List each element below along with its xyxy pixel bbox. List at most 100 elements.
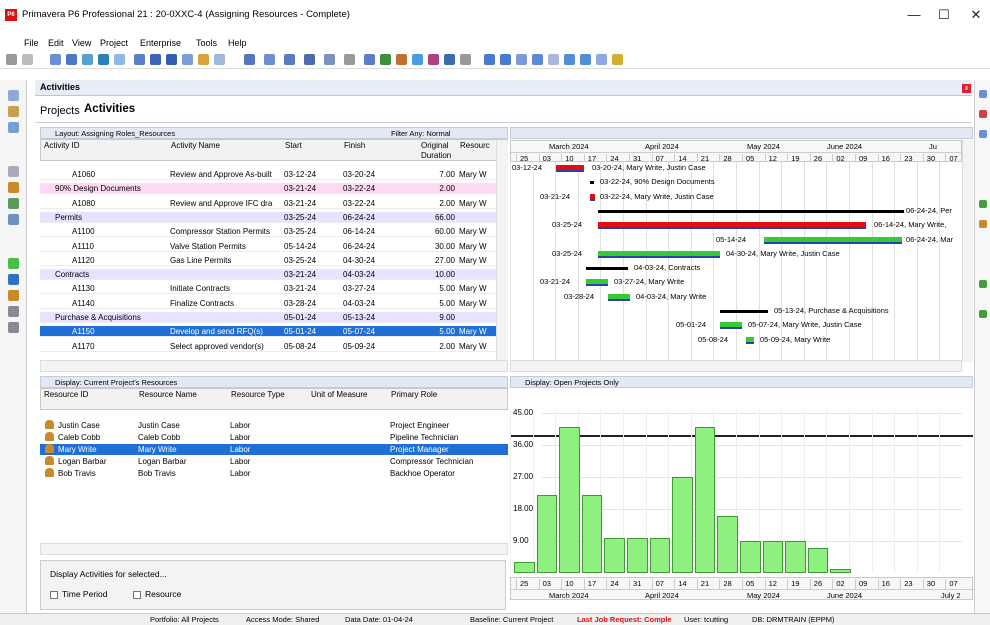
decimal-icon[interactable] (344, 54, 355, 65)
status-last-job[interactable]: Last Job Request: Comple (577, 615, 672, 624)
a1110-bar[interactable] (764, 236, 902, 244)
options-icon[interactable] (596, 54, 607, 65)
columns-menu-icon[interactable] (264, 54, 275, 65)
assignments-dock-icon[interactable] (8, 274, 19, 285)
minimize-button[interactable]: — (900, 5, 928, 25)
time-period-checkbox[interactable]: Time Period (50, 589, 108, 599)
histogram-bar[interactable] (740, 541, 761, 573)
activity-row[interactable]: Permits 03-25-24 06-24-24 66.00 (40, 211, 507, 223)
resource-checkbox[interactable]: Resource (133, 589, 181, 599)
columns-icon[interactable] (50, 54, 61, 65)
tracking-dock-icon[interactable] (8, 166, 19, 177)
layout-icon[interactable] (66, 54, 77, 65)
expand-icon[interactable] (532, 54, 543, 65)
sort-icon[interactable] (284, 54, 295, 65)
zoom-icon[interactable] (516, 54, 527, 65)
help-icon[interactable] (612, 54, 623, 65)
activity-row[interactable]: A1080 Review and Approve IFC dra 03-21-24 0… (40, 198, 507, 209)
portfolio-dock-icon[interactable] (8, 214, 19, 225)
issues-dock-icon[interactable] (8, 290, 19, 301)
a1080-bar[interactable] (590, 193, 595, 201)
activities-dock-icon[interactable] (8, 258, 19, 269)
a1150-bar[interactable] (720, 322, 742, 330)
a1170-bar[interactable] (746, 336, 754, 344)
group-menu-icon[interactable] (324, 54, 335, 65)
histogram-bar[interactable] (785, 541, 806, 573)
gantt-icon[interactable] (150, 54, 161, 65)
resources-dock-icon[interactable] (8, 182, 19, 193)
table-icon[interactable] (134, 54, 145, 65)
close-pane-icon[interactable]: x (962, 84, 971, 93)
gantt-chart[interactable]: 03-12-24 03-20-24, Mary Write, Justin Cas… (510, 162, 962, 362)
level-icon[interactable] (396, 54, 407, 65)
activity-row[interactable]: A1110 Valve Station Permits 05-14-24 06-24-… (40, 241, 507, 252)
network-icon[interactable] (82, 54, 93, 65)
a1120-bar[interactable] (598, 250, 720, 258)
wbs-dock-icon[interactable] (8, 122, 19, 133)
bars-icon[interactable] (244, 54, 255, 65)
maximize-button[interactable]: ☐ (930, 5, 958, 25)
notebook-icon[interactable] (580, 54, 591, 65)
eps-dock-icon[interactable] (8, 106, 19, 117)
histogram-bar[interactable] (830, 569, 851, 573)
col-primary-role[interactable]: Primary Role (391, 390, 437, 399)
layout-bar[interactable]: Layout: Assigning Roles_Resources Filter… (40, 127, 508, 139)
a1060-bar[interactable] (556, 165, 584, 172)
activity-table-scrollbar[interactable] (496, 140, 508, 362)
activity-row[interactable]: A1170 Select approved vendor(s) 05-08-24 05… (40, 341, 507, 352)
progress-spotlight-icon[interactable] (564, 54, 575, 65)
tab-projects[interactable]: Projects (40, 105, 80, 117)
col-finish[interactable]: Finish (344, 141, 365, 150)
histogram-bar[interactable] (717, 516, 738, 573)
print-icon[interactable] (6, 54, 17, 65)
histogram-bar[interactable] (514, 562, 535, 573)
histogram-bar[interactable] (604, 537, 625, 573)
a1100-bar[interactable] (598, 222, 866, 230)
resource-row[interactable]: Caleb Cobb Caleb Cobb Labor Pipeline Techni… (40, 432, 508, 443)
apply-actuals-icon[interactable] (412, 54, 423, 65)
activity-row[interactable]: A1120 Gas Line Permits 03-25-24 04-30-24 27.… (40, 255, 507, 266)
tab-activities[interactable]: Activities (84, 103, 135, 115)
resource-row[interactable]: Justin Case Justin Case Labor Project Engin… (40, 420, 508, 431)
schedule-icon[interactable] (380, 54, 391, 65)
details-icon[interactable] (214, 54, 225, 65)
dock-right-icon-7[interactable] (979, 310, 987, 318)
resource-hscroll[interactable] (40, 543, 508, 555)
profile-icon[interactable] (182, 54, 193, 65)
histogram-bar[interactable] (559, 427, 580, 573)
activity-row[interactable]: A1130 Initiate Contracts 03-21-24 03-27-24 5… (40, 283, 507, 295)
projects-dock-icon[interactable] (8, 90, 19, 101)
filter-menu-icon[interactable] (304, 54, 315, 65)
histogram-bar[interactable] (672, 477, 693, 573)
col-resource-name[interactable]: Resource Name (139, 390, 197, 399)
col-resources[interactable]: Resourc (460, 141, 490, 150)
a1140-bar[interactable] (608, 293, 630, 301)
menu-file[interactable]: File (24, 38, 39, 48)
dock-right-icon-2[interactable] (979, 110, 987, 118)
resource-display-bar[interactable]: Display: Current Project's Resources (40, 376, 508, 388)
histogram-bar[interactable] (694, 427, 716, 573)
histogram-bar[interactable] (649, 537, 671, 573)
activity-row[interactable]: A1140 Finalize Contracts 03-28-24 04-03-24 5… (40, 298, 507, 309)
histogram-bar[interactable] (581, 494, 603, 573)
col-activity-id[interactable]: Activity ID (44, 141, 80, 150)
zoom-in-icon[interactable] (484, 54, 495, 65)
window-icon[interactable] (460, 54, 471, 65)
col-duration-1[interactable]: Original (421, 141, 449, 150)
resource-row[interactable]: Logan Barbar Logan Barbar Labor Compressor … (40, 456, 508, 467)
filter-icon[interactable] (98, 54, 109, 65)
resource-row[interactable]: Bob Travis Bob Travis Labor Backhoe Operato… (40, 468, 508, 479)
dock-right-icon-5[interactable] (979, 220, 987, 228)
menu-tools[interactable]: Tools (196, 38, 217, 48)
histogram-bar[interactable] (762, 541, 784, 573)
progress-icon[interactable] (428, 54, 439, 65)
group-icon[interactable] (114, 54, 125, 65)
documents-dock-icon[interactable] (8, 306, 19, 317)
histogram-bar[interactable] (627, 537, 648, 573)
print-preview-icon[interactable] (22, 54, 33, 65)
activity-row[interactable]: 90% Design Documents 03-21-24 03-22-24 2.00 (40, 183, 507, 195)
dock-right-icon-1[interactable] (979, 90, 987, 98)
resource-histogram[interactable]: 45.00 36.00 27.00 18.00 9.00 (510, 408, 973, 585)
menu-enterprise[interactable]: Enterprise (140, 38, 181, 48)
menu-view[interactable]: View (72, 38, 91, 48)
